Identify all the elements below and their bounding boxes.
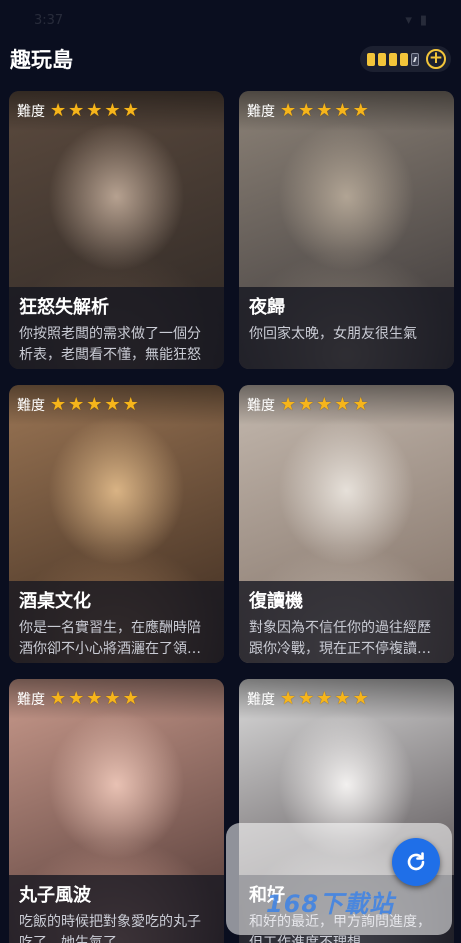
star-icon: ★ [280, 688, 297, 709]
energy-pip-full [400, 52, 408, 66]
star-icon: ★ [86, 394, 103, 415]
difficulty-badge: 難度 ★ ★ ★ ★ ★ [9, 91, 224, 131]
status-bar: 3:37 ▾ ▮ [0, 0, 461, 40]
difficulty-label: 難度 [17, 398, 45, 414]
difficulty-badge: 難度 ★ ★ ★ ★ ★ [239, 679, 454, 719]
scenario-grid: 難度 ★ ★ ★ ★ ★ 狂怒失解析 你按照老闆的需求做了一個分析表，老闆看不懂，無能狂怒 難度… [9, 91, 454, 943]
star-icon: ★ [298, 688, 315, 709]
difficulty-label: 難度 [247, 104, 275, 120]
star-icon: ★ [298, 100, 315, 121]
page-title: 趣玩島 [10, 48, 73, 72]
scenario-card[interactable]: 難度 ★ ★ ★ ★ ★ 夜歸 你回家太晚，女朋友很生氣 [239, 91, 454, 369]
energy-pip-full [389, 52, 397, 66]
difficulty-badge: 難度 ★ ★ ★ ★ ★ [239, 385, 454, 425]
status-time: 3:37 [34, 12, 64, 28]
header: 趣玩島 + [0, 40, 461, 78]
star-icon: ★ [316, 688, 333, 709]
star-icon: ★ [86, 688, 103, 709]
star-icon: ★ [104, 100, 121, 121]
star-icon: ★ [334, 394, 351, 415]
star-icon: ★ [68, 688, 85, 709]
star-icon: ★ [50, 394, 67, 415]
card-title: 酒桌文化 [19, 591, 91, 612]
scenario-card[interactable]: 難度★★★★★復讀機對象因為不信任你的過往經歷跟你冷戰，現在正不停複讀她的問題 [239, 385, 454, 663]
star-icon: ★ [122, 394, 139, 415]
star-icon: ★ [280, 394, 297, 415]
energy-pip-full [378, 52, 386, 66]
difficulty-label: 難度 [17, 104, 45, 120]
star-icon: ★ [68, 100, 85, 121]
card-title: 復讀機 [249, 591, 303, 612]
star-icon: ★ [334, 688, 351, 709]
card-description: 你回家太晚，女朋友很生氣 [249, 326, 417, 342]
difficulty-label: 難度 [247, 398, 275, 414]
star-icon: ★ [68, 394, 85, 415]
card-title: 狂怒失解析 [19, 297, 109, 318]
difficulty-label: 難度 [17, 692, 45, 708]
energy-meter[interactable]: + [360, 46, 451, 72]
star-icon: ★ [334, 100, 351, 121]
battery-icon: ▮ [419, 12, 427, 28]
scenario-card[interactable]: 難度★★★★★酒桌文化你是一名實習生，在應酬時陪酒你卻不小心將酒灑在了領導身上 [9, 385, 224, 663]
card-info: 酒桌文化你是一名實習生，在應酬時陪酒你卻不小心將酒灑在了領導身上 [9, 581, 224, 663]
card-info: 復讀機對象因為不信任你的過往經歷跟你冷戰，現在正不停複讀她的問題 [239, 581, 454, 663]
card-info: 夜歸你回家太晚，女朋友很生氣 [239, 287, 454, 369]
star-icon: ★ [352, 394, 369, 415]
scenario-card[interactable]: 難度 ★ ★ ★ ★ ★ 狂怒失解析 你按照老闆的需求做了一個分析表，老闆看不懂，無能狂怒 [9, 91, 224, 369]
wifi-icon: ▾ [405, 12, 412, 28]
difficulty-badge: 難度 ★ ★ ★ ★ ★ [239, 91, 454, 131]
star-icon: ★ [50, 688, 67, 709]
card-title: 丸子風波 [19, 885, 91, 906]
star-icon: ★ [352, 688, 369, 709]
add-energy-button[interactable]: + [426, 49, 446, 69]
refresh-icon [407, 852, 425, 871]
card-description: 你按照老闆的需求做了一個分析表，老闆看不懂，無能狂怒 [19, 326, 201, 363]
star-icon: ★ [352, 100, 369, 121]
difficulty-badge: 難度 ★ ★ ★ ★ ★ [9, 679, 224, 719]
star-icon: ★ [316, 100, 333, 121]
star-icon: ★ [298, 394, 315, 415]
energy-pip-charging-icon [411, 52, 419, 66]
card-description: 吃飯的時候把對象愛吃的丸子吃了，她生氣了 [19, 914, 201, 943]
watermark-text: 168下載站 [266, 890, 395, 918]
star-icon: ★ [122, 688, 139, 709]
difficulty-badge: 難度 ★ ★ ★ ★ ★ [9, 385, 224, 425]
card-description: 你是一名實習生，在應酬時陪酒你卻不小心將酒灑在了領導身上 [19, 620, 201, 657]
card-info: 丸子風波吃飯的時候把對象愛吃的丸子吃了，她生氣了 [9, 875, 224, 943]
star-icon: ★ [86, 100, 103, 121]
star-icon: ★ [104, 394, 121, 415]
star-icon: ★ [316, 394, 333, 415]
status-icons: ▾ ▮ [405, 13, 427, 28]
star-icon: ★ [280, 100, 297, 121]
star-icon: ★ [50, 100, 67, 121]
refresh-button[interactable] [392, 838, 440, 886]
star-icon: ★ [104, 688, 121, 709]
difficulty-label: 難度 [247, 692, 275, 708]
scenario-card[interactable]: 難度 ★ ★ ★ ★ ★ 丸子風波 吃飯的時候把對象愛吃的丸子吃了，她生氣了 [9, 679, 224, 943]
energy-pip-full [367, 52, 375, 66]
card-title: 夜歸 [249, 297, 285, 318]
card-description: 對象因為不信任你的過往經歷跟你冷戰，現在正不停複讀她的問題 [249, 620, 431, 657]
card-info: 狂怒失解析你按照老闆的需求做了一個分析表，老闆看不懂，無能狂怒 [9, 287, 224, 369]
star-icon: ★ [122, 100, 139, 121]
